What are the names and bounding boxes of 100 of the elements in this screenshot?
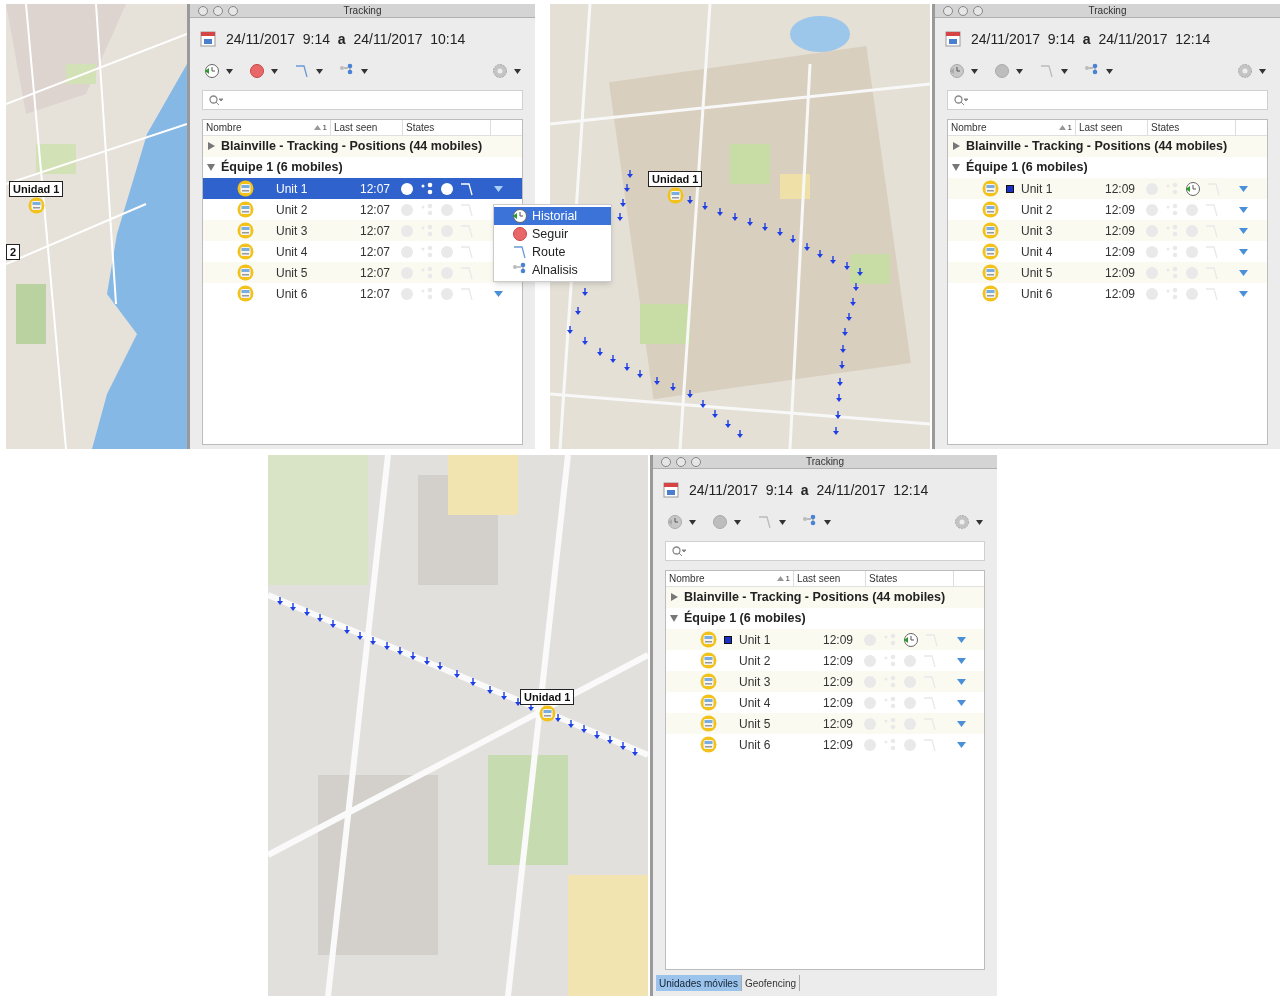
taxi-icon xyxy=(700,715,717,732)
marker-label[interactable]: Unidad 1 xyxy=(520,689,575,705)
settings-icon[interactable] xyxy=(1237,63,1253,79)
record-icon[interactable] xyxy=(512,226,528,242)
caret-icon[interactable] xyxy=(976,519,983,525)
route-icon[interactable] xyxy=(512,244,528,260)
unit-name: Unit 6 xyxy=(739,736,772,754)
column-header[interactable]: States xyxy=(403,120,491,135)
clock-icon[interactable] xyxy=(903,631,919,648)
unit-row[interactable]: Unit 5 12:09 xyxy=(666,713,984,734)
column-header[interactable]: Last seen xyxy=(331,120,403,135)
direction-arrow-icon xyxy=(487,686,493,694)
column-header[interactable]: Last seen xyxy=(794,571,866,586)
dropdown-arrow-icon[interactable] xyxy=(1238,290,1248,297)
caret-icon[interactable] xyxy=(316,68,323,74)
clock-icon[interactable] xyxy=(512,208,528,224)
caret-icon[interactable] xyxy=(779,519,786,525)
caret-icon[interactable] xyxy=(1106,68,1113,74)
clock-icon[interactable] xyxy=(667,514,683,530)
direction-arrow-icon xyxy=(699,400,706,408)
window-title: Tracking xyxy=(343,4,382,18)
dropdown-arrow-icon[interactable] xyxy=(956,678,966,685)
clock-icon[interactable] xyxy=(204,63,220,79)
expanded-triangle-icon[interactable] xyxy=(207,163,216,172)
marker-label[interactable]: 2 xyxy=(6,244,21,260)
dropdown-arrow-icon[interactable] xyxy=(1238,248,1248,255)
group-label[interactable]: Équipe 1 (6 mobiles) xyxy=(966,158,1088,177)
tab[interactable]: Unidades móviles xyxy=(656,975,742,991)
date-range[interactable]: 24/11/2017 9:14 a 24/11/2017 10:14 xyxy=(226,28,466,50)
unit-row[interactable]: Unit 5 12:09 xyxy=(948,262,1267,283)
caret-icon[interactable] xyxy=(971,68,978,74)
collapsed-triangle-icon[interactable] xyxy=(207,142,216,151)
marker-label[interactable]: Unidad 1 xyxy=(9,181,64,197)
dropdown-arrow-icon[interactable] xyxy=(1238,269,1248,276)
direction-arrow-icon xyxy=(617,213,623,221)
expanded-triangle-icon[interactable] xyxy=(670,614,679,623)
clock-icon[interactable] xyxy=(949,63,965,79)
dropdown-arrow-icon[interactable] xyxy=(493,290,503,297)
direction-arrow-icon xyxy=(653,376,660,385)
search-field[interactable] xyxy=(202,90,523,110)
caret-icon[interactable] xyxy=(361,68,368,74)
unit-row[interactable]: Unit 1 12:07 xyxy=(203,178,522,199)
dropdown-arrow-icon[interactable] xyxy=(956,741,966,748)
unit-row[interactable]: Unit 3 12:09 xyxy=(948,220,1267,241)
dropdown-arrow-icon[interactable] xyxy=(1238,206,1248,213)
caret-icon[interactable] xyxy=(1259,68,1266,74)
direction-arrow-icon xyxy=(607,736,613,744)
unit-row[interactable]: Unit 3 12:09 xyxy=(666,671,984,692)
date-range[interactable]: 24/11/2017 9:14 a 24/11/2017 12:14 xyxy=(971,28,1211,50)
caret-icon[interactable] xyxy=(226,68,233,74)
dropdown-arrow-icon[interactable] xyxy=(956,636,966,643)
column-header[interactable]: Last seen xyxy=(1076,120,1148,135)
record-icon[interactable] xyxy=(994,63,1010,79)
search-field[interactable] xyxy=(947,90,1268,110)
direction-arrow-icon xyxy=(277,597,283,605)
dropdown-arrow-icon[interactable] xyxy=(1238,227,1248,234)
group-label[interactable]: Équipe 1 (6 mobiles) xyxy=(221,158,343,177)
caret-icon[interactable] xyxy=(514,68,521,74)
dropdown-arrow-icon[interactable] xyxy=(956,720,966,727)
dropdown-arrow-icon[interactable] xyxy=(956,699,966,706)
column-header[interactable]: States xyxy=(1148,120,1236,135)
settings-icon[interactable] xyxy=(492,63,508,79)
search-field[interactable] xyxy=(665,541,985,561)
expanded-triangle-icon[interactable] xyxy=(952,163,961,172)
unit-name: Unit 1 xyxy=(739,631,772,649)
settings-icon[interactable] xyxy=(954,514,970,530)
last-seen-time: 12:07 xyxy=(358,243,391,261)
dropdown-arrow-icon[interactable] xyxy=(956,657,966,664)
route-icon[interactable] xyxy=(294,63,310,79)
column-header[interactable]: Nombre 1 xyxy=(203,120,331,135)
caret-icon[interactable] xyxy=(824,519,831,525)
unit-name: Unit 4 xyxy=(739,694,772,712)
unit-name: Unit 5 xyxy=(1021,264,1054,282)
calendar-icon[interactable] xyxy=(663,482,679,498)
caret-icon[interactable] xyxy=(1016,68,1023,74)
record-icon[interactable] xyxy=(249,63,265,79)
unit-row[interactable]: Unit 5 12:07 xyxy=(203,262,522,283)
column-header[interactable]: Nombre 1 xyxy=(666,571,794,586)
caret-icon[interactable] xyxy=(734,519,741,525)
dropdown-arrow-icon[interactable] xyxy=(1238,185,1248,192)
collapsed-triangle-icon[interactable] xyxy=(952,142,961,151)
column-header[interactable]: States xyxy=(866,571,954,586)
window-title: Tracking xyxy=(806,455,844,469)
date-range[interactable]: 24/11/2017 9:14 a 24/11/2017 12:14 xyxy=(689,479,929,501)
marker-label[interactable]: Unidad 1 xyxy=(648,171,703,187)
calendar-icon[interactable] xyxy=(945,31,961,47)
unit-row[interactable]: Unit 1 12:09 xyxy=(948,178,1267,199)
calendar-icon[interactable] xyxy=(200,31,216,47)
record-icon[interactable] xyxy=(712,514,728,530)
menu-item[interactable]: Historial xyxy=(494,207,611,225)
clock-icon[interactable] xyxy=(1185,180,1201,197)
column-header[interactable]: Nombre 1 xyxy=(948,120,1076,135)
group-label[interactable]: Équipe 1 (6 mobiles) xyxy=(684,609,806,628)
caret-icon[interactable] xyxy=(689,519,696,525)
collapsed-triangle-icon[interactable] xyxy=(670,593,679,602)
dropdown-arrow-icon[interactable] xyxy=(493,185,503,192)
caret-icon[interactable] xyxy=(271,68,278,74)
unit-row[interactable]: Unit 1 12:09 xyxy=(666,629,984,650)
tab[interactable]: Geofencing xyxy=(741,975,801,991)
caret-icon[interactable] xyxy=(1061,68,1068,74)
